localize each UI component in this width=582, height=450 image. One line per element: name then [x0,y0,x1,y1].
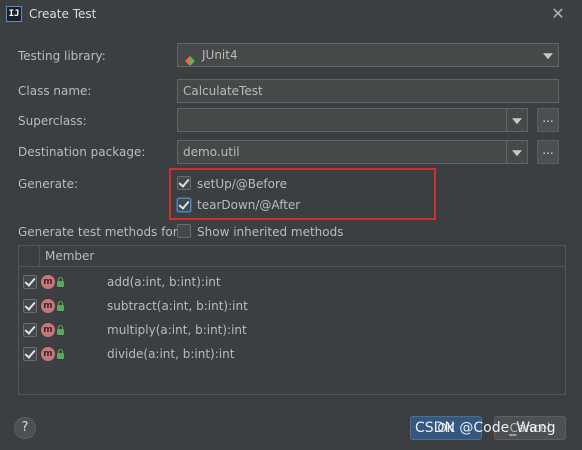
testing-library-value: JUnit4 [202,48,238,62]
method-name: divide(a:int, b:int):int [107,347,235,361]
show-inherited-checkbox[interactable] [177,224,191,238]
table-row[interactable]: m add(a:int, b:int):int [19,271,565,293]
public-lock-icon [57,349,64,359]
row-checkbox[interactable] [23,323,37,337]
public-lock-icon [57,301,64,311]
table-header: Member [19,246,565,267]
testing-library-select[interactable]: JUnit4 [177,43,559,67]
dialog-title: Create Test [29,7,97,21]
table-row[interactable]: m divide(a:int, b:int):int [19,343,565,365]
intellij-app-icon: IJ [6,6,22,22]
table-row[interactable]: m subtract(a:int, b:int):int [19,295,565,317]
generate-label: Generate: [18,177,79,191]
chevron-down-icon [538,44,558,66]
public-lock-icon [57,325,64,335]
class-name-label: Class name: [18,84,92,98]
member-column-header[interactable]: Member [45,249,94,263]
junit-icon [185,51,195,66]
superclass-dropdown-button[interactable] [506,108,528,132]
highlight-annotation-box [169,168,436,220]
destination-package-dropdown-button[interactable] [506,140,528,164]
destination-package-input[interactable]: demo.util [177,140,507,164]
method-icon: m [41,299,55,313]
class-name-input[interactable]: CalculateTest [177,79,559,103]
method-name: multiply(a:int, b:int):int [107,323,247,337]
method-icon: m [41,323,55,337]
method-icon: m [41,347,55,361]
superclass-input[interactable] [177,108,507,132]
members-table[interactable]: Member m add(a:int, b:int):int m subtrac… [18,245,566,395]
method-icon: m [41,275,55,289]
generate-methods-label: Generate test methods for: [18,225,182,239]
destination-package-label: Destination package: [18,145,146,159]
chevron-down-icon [512,118,522,125]
row-checkbox[interactable] [23,347,37,361]
superclass-browse-button[interactable]: ... [537,108,559,132]
testing-library-label: Testing library: [18,49,106,63]
method-name: subtract(a:int, b:int):int [107,299,248,313]
watermark-text: CSDN @Code_Wang [415,420,556,436]
superclass-label: Superclass: [18,114,87,128]
method-name: add(a:int, b:int):int [107,275,221,289]
help-button[interactable]: ? [14,417,36,439]
public-lock-icon [57,277,64,287]
show-inherited-label[interactable]: Show inherited methods [197,225,344,239]
row-checkbox[interactable] [23,275,37,289]
chevron-down-icon [512,150,522,157]
row-checkbox[interactable] [23,299,37,313]
table-row[interactable]: m multiply(a:int, b:int):int [19,319,565,341]
close-icon[interactable]: ✕ [549,4,567,24]
destination-package-browse-button[interactable]: ... [537,140,559,164]
